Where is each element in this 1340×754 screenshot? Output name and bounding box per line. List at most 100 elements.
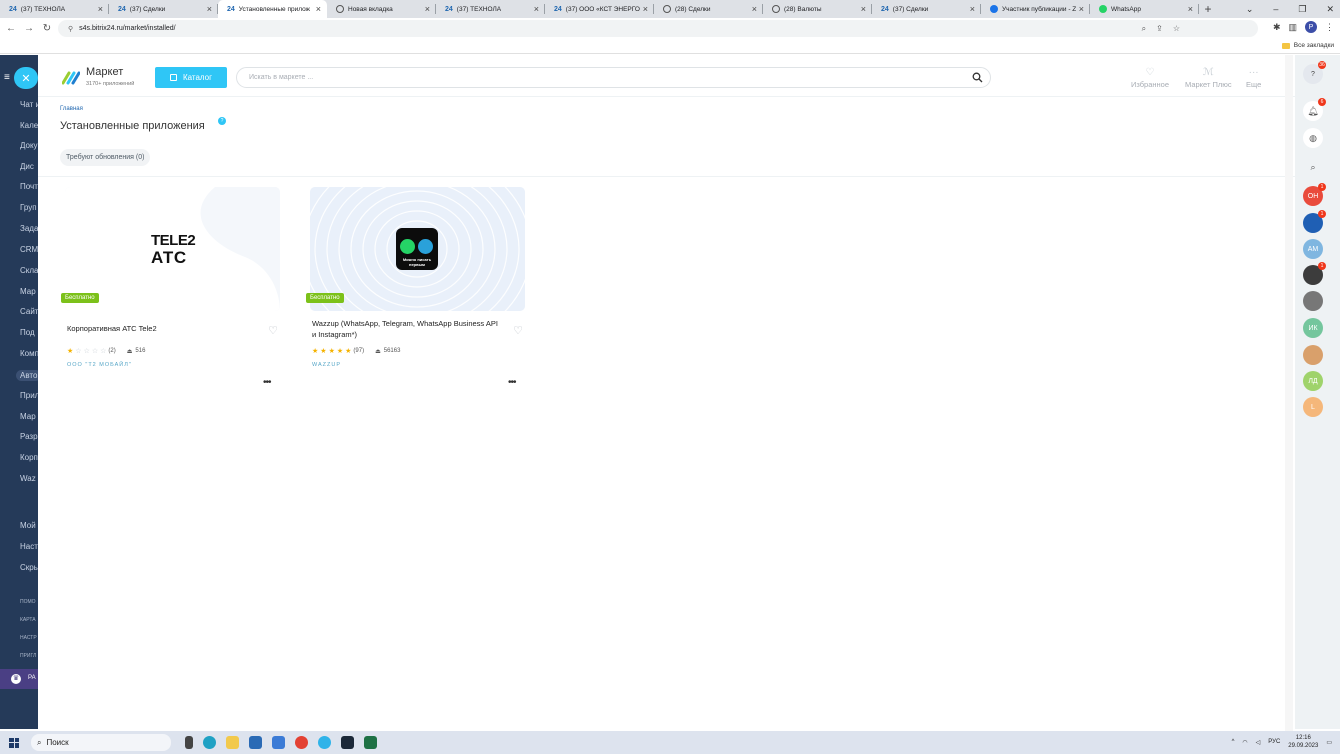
chat-avatar[interactable]: ОН 1 [1303, 183, 1326, 206]
volume-icon[interactable]: ◁ [1256, 739, 1261, 746]
market-plus-button[interactable]: ℳ Маркет Плюс [1185, 66, 1232, 89]
all-bookmarks-button[interactable]: Все закладки [1281, 42, 1334, 49]
store-icon[interactable] [249, 736, 262, 749]
tab-close-icon[interactable]: × [752, 4, 757, 14]
clock[interactable]: 12:16 29.09.2023 [1288, 734, 1318, 750]
left-menu-item[interactable]: Доку [20, 141, 38, 150]
left-menu-item[interactable]: Чат и [20, 100, 38, 109]
hamburger-icon[interactable]: ≡ [4, 72, 10, 83]
tab-close-icon[interactable]: × [1079, 4, 1084, 14]
taskbar-search[interactable]: ⌕ Поиск [31, 734, 171, 751]
left-menu-item[interactable]: Авто [16, 370, 38, 381]
forward-icon[interactable]: → [22, 23, 36, 34]
excel-icon[interactable] [364, 736, 377, 749]
tab-close-icon[interactable]: × [98, 4, 103, 14]
menu-kebab-icon[interactable]: ⋮ [1325, 22, 1334, 33]
left-menu-item[interactable]: CRM [20, 245, 38, 254]
tab-close-icon[interactable]: × [1188, 4, 1193, 14]
new-tab-button[interactable]: + [1199, 0, 1217, 18]
left-menu-item[interactable]: Мой [20, 521, 36, 530]
left-menu-item[interactable]: Под [20, 328, 35, 337]
favorites-button[interactable]: ♡ Избранное [1131, 66, 1169, 89]
language-indicator[interactable]: РУС [1268, 739, 1280, 745]
left-menu-item[interactable]: Waz [20, 474, 36, 483]
card-menu-icon[interactable]: ••• [508, 377, 516, 388]
left-menu-item[interactable]: Корп [20, 453, 38, 462]
app-name[interactable]: Корпоративная АТС Tele2 [67, 323, 257, 334]
left-menu-item[interactable]: Мар [20, 287, 36, 296]
tab-close-icon[interactable]: × [207, 4, 212, 14]
browser-tab[interactable]: Участник публикации - Z × [981, 0, 1090, 18]
browser-tab[interactable]: 24 (37) Сделки × [109, 0, 218, 18]
chat-avatar[interactable]: 1 [1303, 210, 1326, 233]
left-menu-item[interactable]: Почт [20, 182, 38, 191]
help-badge-icon[interactable]: ? [218, 117, 226, 125]
scrollbar[interactable] [1285, 55, 1293, 731]
tab-close-icon[interactable]: × [425, 4, 430, 14]
left-menu-footer-link[interactable]: ПРИГЛ [20, 653, 36, 659]
chat-avatar[interactable] [1303, 291, 1323, 311]
task-view-icon[interactable] [185, 736, 193, 749]
favorite-heart-icon[interactable]: ♡ [268, 324, 278, 337]
left-menu-item[interactable]: Наст [20, 542, 38, 551]
back-icon[interactable]: ← [4, 23, 18, 34]
search-icon[interactable] [972, 72, 983, 83]
left-menu-footer-link[interactable]: ПОМО [20, 599, 36, 605]
share-icon[interactable]: ⇪ [1156, 24, 1163, 34]
browser-tab[interactable]: (28) Валюты × [763, 0, 872, 18]
left-menu-footer-link[interactable]: КАРТА [20, 617, 36, 623]
left-menu-item[interactable]: Прил [20, 391, 38, 400]
chat-icon[interactable]: ◍ [1303, 128, 1323, 148]
left-menu-item[interactable]: Сайт [20, 307, 38, 316]
developer-name[interactable]: WAZZUP [312, 362, 341, 368]
help-icon[interactable]: ? 36 [1303, 61, 1326, 84]
steam-icon[interactable] [341, 736, 354, 749]
sidepanel-icon[interactable]: ▥ [1288, 22, 1297, 33]
catalog-button[interactable]: Каталог [155, 67, 227, 88]
wifi-icon[interactable]: ◠ [1242, 739, 1247, 746]
tab-close-icon[interactable]: × [534, 4, 539, 14]
tab-close-icon[interactable]: × [861, 4, 866, 14]
browser-tab[interactable]: 24 (37) ООО «КСТ ЭНЕРГО Н × [545, 0, 654, 18]
bookmark-star-icon[interactable]: ☆ [1173, 24, 1180, 34]
chat-avatar[interactable]: 1 [1303, 262, 1326, 285]
tab-close-icon[interactable]: × [970, 4, 975, 14]
minimize-icon[interactable]: – [1273, 4, 1278, 14]
close-window-icon[interactable]: ✕ [1326, 4, 1334, 15]
address-bar[interactable]: ⚲ s4s.bitrix24.ru/market/installed/ [58, 20, 1258, 37]
chat-avatar[interactable]: L [1303, 397, 1323, 417]
filter-updates-chip[interactable]: Требуют обновления (0) [60, 149, 151, 166]
more-button[interactable]: ··· Еще [1246, 66, 1261, 89]
left-menu-item[interactable]: Груп [20, 203, 37, 212]
left-menu-item[interactable]: Разр [20, 432, 38, 441]
browser-tab[interactable]: 24 (37) ТЕХНОЛА × [436, 0, 545, 18]
browser-tab[interactable]: 24 (37) Сделки × [872, 0, 981, 18]
left-menu-footer-link[interactable]: НАСТР [20, 635, 37, 641]
left-menu-item[interactable]: Скры [20, 563, 38, 572]
chevron-up-icon[interactable]: ^ [1232, 739, 1235, 745]
browser-tab[interactable]: WhatsApp × [1090, 0, 1199, 18]
tab-close-icon[interactable]: × [316, 4, 321, 14]
chrome-icon[interactable] [295, 736, 308, 749]
chat-avatar[interactable]: АМ [1303, 239, 1323, 259]
browser-tab[interactable]: (28) Сделки × [654, 0, 763, 18]
restore-icon[interactable]: ❐ [1298, 4, 1306, 15]
tab-search-icon[interactable]: ⌄ [1246, 4, 1254, 15]
site-info-icon[interactable]: ⚲ [68, 25, 73, 33]
explorer-icon[interactable] [226, 736, 239, 749]
left-menu-item[interactable]: Мар [20, 412, 36, 421]
bell-icon[interactable]: 🔔︎ 6 [1303, 98, 1326, 121]
app-name[interactable]: Wazzup (WhatsApp, Telegram, WhatsApp Bus… [312, 318, 502, 340]
windows-start-icon[interactable] [9, 737, 19, 748]
left-menu-item[interactable]: Комп [20, 349, 38, 358]
license-bar[interactable]: ♛ РА [0, 669, 38, 689]
market-search-input[interactable]: Искать в маркете ... [236, 67, 991, 88]
close-slider-button[interactable]: ✕ [14, 67, 38, 89]
left-menu-item[interactable]: Скла [20, 266, 38, 275]
market-title[interactable]: Маркет [86, 66, 123, 78]
profile-avatar[interactable]: P [1305, 21, 1317, 33]
left-menu-item[interactable]: Зада [20, 224, 38, 233]
browser-tab[interactable]: 24 (37) ТЕХНОЛА × [0, 0, 109, 18]
extensions-icon[interactable]: ✱ [1273, 22, 1281, 33]
mail-icon[interactable] [272, 736, 285, 749]
